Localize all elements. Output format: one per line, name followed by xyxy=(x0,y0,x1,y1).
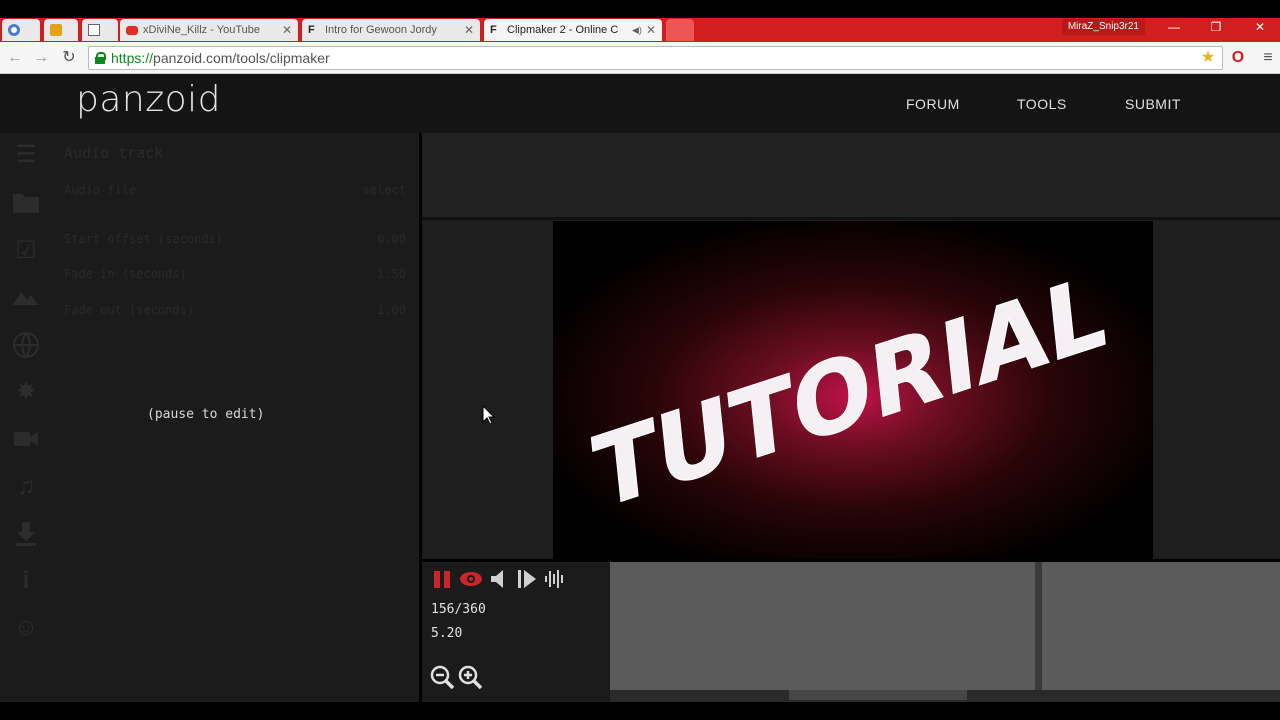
site-logo[interactable]: panzoid xyxy=(76,79,221,120)
star-icon[interactable]: ★ xyxy=(1198,48,1218,68)
tab-youtube[interactable]: xDiviNe_Killz - YouTube ✕ xyxy=(120,19,298,41)
profile-badge[interactable]: MiraZ_Snip3r21 xyxy=(1061,19,1145,35)
window-bottom-edge xyxy=(0,702,1280,720)
url-scheme: https:// xyxy=(111,50,154,66)
scrollbar-thumb[interactable] xyxy=(789,690,967,700)
prop-fade-out-label: Fade out (seconds) xyxy=(64,303,195,317)
prop-audio-file-select[interactable]: select xyxy=(363,183,406,197)
timeline[interactable] xyxy=(610,562,1280,690)
frame-counter: 156/360 xyxy=(431,602,486,617)
prop-start-offset-value[interactable]: 0.00 xyxy=(377,232,406,246)
camera-icon[interactable] xyxy=(12,426,40,454)
close-window-icon[interactable]: ✕ xyxy=(1248,20,1272,34)
pane-title: Audio track xyxy=(64,144,164,162)
forward-arrow-icon[interactable]: → xyxy=(31,48,51,68)
nav-tools[interactable]: TOOLS xyxy=(1017,96,1067,112)
tab-extension[interactable] xyxy=(44,19,78,41)
tool-sidebar: ☰ ☑ ✸ ♫ i ☺ xyxy=(0,133,52,703)
pause-icon[interactable] xyxy=(431,568,455,590)
checkbox-icon[interactable]: ☑ xyxy=(12,237,40,265)
info-icon[interactable]: i xyxy=(12,567,40,595)
restore-icon[interactable]: ❐ xyxy=(1204,20,1228,34)
panzoid-icon: F xyxy=(308,24,315,36)
close-icon[interactable]: ✕ xyxy=(282,23,292,37)
pause-message: (pause to edit) xyxy=(147,407,265,422)
tab-label: xDiviNe_Killz - YouTube xyxy=(143,24,260,36)
tab-intro[interactable]: F Intro for Gewoon Jordy ✕ xyxy=(302,19,480,41)
tab-label: Intro for Gewoon Jordy xyxy=(325,24,437,36)
extension-icon xyxy=(50,24,62,36)
url-input[interactable]: https://panzoid.com/tools/clipmaker xyxy=(88,46,1223,70)
music-icon[interactable]: ♫ xyxy=(12,473,40,501)
zoom-out-icon[interactable] xyxy=(429,664,455,690)
close-icon[interactable]: ✕ xyxy=(646,23,656,37)
time-readout: 5.20 xyxy=(431,626,463,641)
site-header: panzoid FORUM TOOLS SUBMIT xyxy=(0,74,1280,133)
prop-fade-in-label: Fade in (seconds) xyxy=(64,267,187,281)
timeline-playhead[interactable] xyxy=(1035,562,1042,690)
opera-extension-icon[interactable]: O xyxy=(1228,48,1248,68)
video-preview[interactable]: TUTORIAL xyxy=(553,221,1153,559)
eye-icon[interactable] xyxy=(459,568,483,590)
waveform-icon[interactable] xyxy=(543,568,567,590)
smiley-icon[interactable]: ☺ xyxy=(12,614,40,642)
lock-icon xyxy=(95,52,106,64)
download-icon[interactable] xyxy=(12,519,40,547)
tab-clipmaker[interactable]: F Clipmaker 2 - Online C ◀) ✕ xyxy=(484,19,662,41)
toolbar-area xyxy=(422,133,1280,217)
folder-icon[interactable] xyxy=(12,190,40,218)
address-bar: ← → ↻ https://panzoid.com/tools/clipmake… xyxy=(0,42,1280,74)
menu-icon[interactable]: ≡ xyxy=(1258,48,1278,68)
mouse-cursor-icon xyxy=(482,405,496,425)
tab-chrome[interactable] xyxy=(2,19,40,41)
tab-label: Clipmaker 2 - Online C xyxy=(507,24,619,36)
image-icon[interactable] xyxy=(12,284,40,312)
minimize-icon[interactable]: — xyxy=(1162,20,1186,34)
step-forward-icon[interactable] xyxy=(515,568,539,590)
youtube-icon xyxy=(126,25,138,35)
properties-panel: ☰ ☑ ✸ ♫ i ☺ Audio track Audio file selec… xyxy=(0,133,419,703)
burst-icon[interactable]: ✸ xyxy=(12,378,40,406)
prop-start-offset-label: Start offset (seconds) xyxy=(64,232,223,246)
close-icon[interactable]: ✕ xyxy=(464,23,474,37)
panzoid-icon: F xyxy=(490,24,497,36)
speaker-icon: ◀) xyxy=(632,24,642,35)
menu-icon[interactable]: ☰ xyxy=(12,141,40,169)
back-arrow-icon[interactable]: ← xyxy=(5,48,25,68)
new-tab-button[interactable] xyxy=(666,19,694,41)
chrome-icon xyxy=(8,24,20,36)
reload-icon[interactable]: ↻ xyxy=(59,48,79,68)
zoom-in-icon[interactable] xyxy=(457,664,483,690)
nav-forum[interactable]: FORUM xyxy=(906,96,960,112)
globe-icon[interactable] xyxy=(12,331,40,359)
volume-icon[interactable] xyxy=(488,568,512,590)
timeline-scrollbar[interactable] xyxy=(610,690,1280,702)
prop-fade-out-value[interactable]: 1.00 xyxy=(377,303,406,317)
url-path: panzoid.com/tools/clipmaker xyxy=(153,50,330,66)
page-icon xyxy=(88,24,100,36)
nav-submit[interactable]: SUBMIT xyxy=(1125,96,1181,112)
prop-audio-file-label: Audio file xyxy=(64,183,137,197)
prop-fade-in-value[interactable]: 1.50 xyxy=(377,267,406,281)
tab-blank-page[interactable] xyxy=(82,19,118,41)
player-controls: 156/360 5.20 xyxy=(422,562,610,702)
